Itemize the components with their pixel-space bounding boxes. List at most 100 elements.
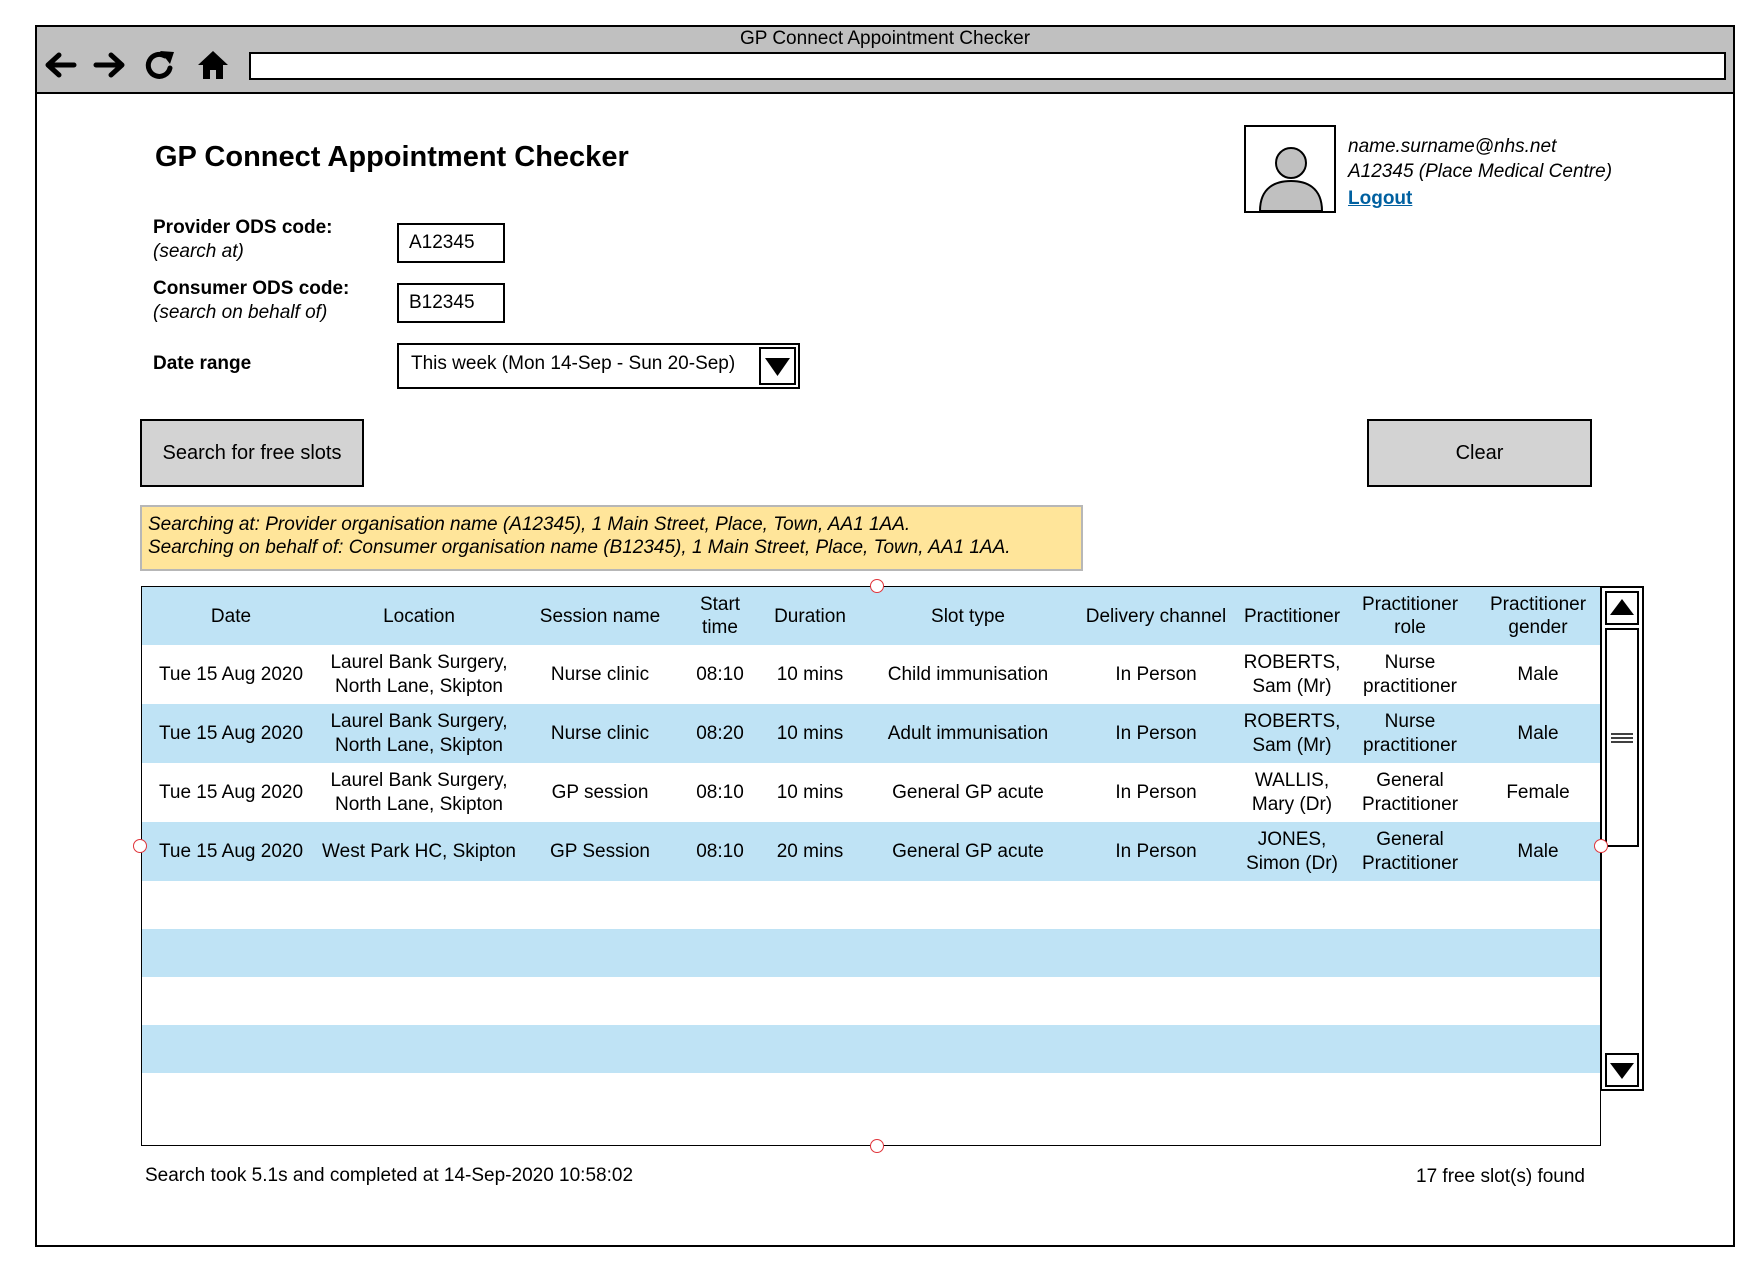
- scroll-up-icon: [1610, 599, 1634, 615]
- user-avatar-icon: [1258, 147, 1324, 212]
- window-title: GP Connect Appointment Checker: [739, 28, 1031, 49]
- cell-practitioner-role: Nurse practitioner: [1346, 704, 1474, 763]
- cell-practitioner: JONES, Simon (Dr): [1238, 822, 1346, 881]
- cell-practitioner-gender: Male: [1517, 663, 1559, 685]
- column-header[interactable]: Date: [142, 587, 320, 645]
- column-header[interactable]: Location: [320, 587, 518, 645]
- scroll-grip-icon: [1611, 733, 1633, 743]
- cell-date: Tue 15 Aug 2020: [158, 663, 304, 685]
- date-range-value: This week (Mon 14-Sep - Sun 20-Sep): [411, 353, 736, 374]
- search-free-slots-button[interactable]: Search for free slots: [140, 419, 364, 487]
- logout-link[interactable]: Logout: [1348, 188, 1612, 210]
- cell-practitioner-gender: Male: [1474, 704, 1600, 763]
- cell-location: Laurel Bank Surgery, North Lane, Skipton: [330, 769, 508, 815]
- column-header[interactable]: Practitioner role: [1346, 587, 1474, 645]
- empty-row: [142, 1025, 1600, 1073]
- browser-chrome: GP Connect Appointment Checker: [37, 27, 1733, 94]
- searching-on-behalf-text: Searching on behalf of: Consumer organis…: [148, 537, 1011, 558]
- cell-location: West Park HC, Skipton: [320, 822, 518, 881]
- search-info-banner: Searching at: Provider organisation name…: [140, 505, 1083, 571]
- scroll-down-button[interactable]: [1605, 1053, 1639, 1087]
- provider-label-group: Provider ODS code: (search at): [153, 216, 333, 264]
- user-email: name.surname@nhs.net: [1348, 136, 1557, 157]
- cell-slot-type: Child immunisation: [887, 663, 1049, 685]
- cell-duration: 20 mins: [758, 822, 862, 881]
- column-header[interactable]: Practitioner: [1238, 587, 1346, 645]
- cell-start-time: 08:20: [682, 704, 758, 763]
- cell-date: Tue 15 Aug 2020: [142, 822, 320, 881]
- column-header[interactable]: Start time: [682, 587, 758, 645]
- cell-start-time: 08:10: [696, 663, 744, 685]
- table-scrollbar[interactable]: [1600, 586, 1644, 1091]
- results-table: Date Location Session name Start time Du…: [141, 586, 1601, 1146]
- resize-handle[interactable]: [133, 839, 147, 853]
- table-header-row: Date Location Session name Start time Du…: [142, 587, 1600, 645]
- empty-row: [142, 977, 1600, 1025]
- cell-session: GP Session: [518, 822, 682, 881]
- consumer-sublabel: (search on behalf of): [153, 302, 328, 323]
- cell-practitioner-role: General Practitioner: [1361, 769, 1459, 815]
- table-row[interactable]: Tue 15 Aug 2020 Laurel Bank Surgery, Nor…: [142, 645, 1600, 704]
- cell-delivery-channel: In Person: [1115, 663, 1197, 685]
- column-header[interactable]: Delivery channel: [1074, 587, 1238, 645]
- cell-practitioner-gender: Female: [1506, 781, 1570, 803]
- column-header[interactable]: Practitioner gender: [1474, 587, 1600, 645]
- cell-session: Nurse clinic: [550, 663, 650, 685]
- cell-session: GP session: [551, 781, 649, 803]
- cell-session: Nurse clinic: [518, 704, 682, 763]
- clear-button[interactable]: Clear: [1367, 419, 1592, 487]
- forward-arrow-icon[interactable]: [93, 49, 127, 81]
- provider-ods-input[interactable]: A12345: [397, 223, 505, 263]
- cell-date: Tue 15 Aug 2020: [142, 704, 320, 763]
- browser-window: GP Connect Appointment Checker GP Connec…: [35, 25, 1735, 1247]
- cell-duration: 10 mins: [758, 704, 862, 763]
- cell-practitioner: ROBERTS, Sam (Mr): [1243, 651, 1341, 697]
- reload-icon[interactable]: [143, 49, 177, 83]
- search-timing-text: Search took 5.1s and completed at 14-Sep…: [145, 1165, 634, 1186]
- column-header[interactable]: Session name: [518, 587, 682, 645]
- dropdown-button[interactable]: [759, 347, 796, 385]
- back-arrow-icon[interactable]: [43, 49, 77, 81]
- cell-delivery-channel: In Person: [1074, 822, 1238, 881]
- table-row[interactable]: Tue 15 Aug 2020 West Park HC, Skipton GP…: [142, 822, 1600, 881]
- table-row[interactable]: Tue 15 Aug 2020 Laurel Bank Surgery, Nor…: [142, 704, 1600, 763]
- cell-practitioner: WALLIS, Mary (Dr): [1251, 769, 1333, 815]
- user-details: name.surname@nhs.net A12345 (Place Medic…: [1348, 134, 1612, 210]
- provider-sublabel: (search at): [153, 241, 244, 262]
- triangle-down-icon: [765, 358, 790, 376]
- cell-delivery-channel: In Person: [1115, 781, 1197, 803]
- cell-location: Laurel Bank Surgery, North Lane, Skipton: [320, 704, 518, 763]
- slot-count-text: 17 free slot(s) found: [1416, 1166, 1585, 1187]
- consumer-ods-input[interactable]: B12345: [397, 283, 505, 323]
- scroll-thumb[interactable]: [1605, 628, 1639, 847]
- cell-practitioner: ROBERTS, Sam (Mr): [1238, 704, 1346, 763]
- page-title: GP Connect Appointment Checker: [155, 141, 629, 173]
- user-organisation: A12345 (Place Medical Centre): [1348, 161, 1613, 182]
- cell-slot-type: General GP acute: [862, 822, 1074, 881]
- consumer-label: Consumer ODS code:: [153, 278, 350, 299]
- cell-location: Laurel Bank Surgery, North Lane, Skipton: [330, 651, 508, 697]
- cell-slot-type: General GP acute: [892, 781, 1044, 803]
- home-icon[interactable]: [197, 49, 229, 81]
- date-range-label: Date range: [153, 353, 252, 374]
- cell-start-time: 08:10: [682, 822, 758, 881]
- empty-row: [142, 881, 1600, 929]
- scroll-up-button[interactable]: [1605, 591, 1639, 625]
- column-header[interactable]: Slot type: [862, 587, 1074, 645]
- empty-row: [142, 929, 1600, 977]
- date-range-select[interactable]: This week (Mon 14-Sep - Sun 20-Sep): [397, 343, 800, 389]
- table-row[interactable]: Tue 15 Aug 2020 Laurel Bank Surgery, Nor…: [142, 763, 1600, 822]
- address-bar[interactable]: [249, 52, 1726, 80]
- resize-handle[interactable]: [870, 1139, 884, 1153]
- cell-practitioner-role: Nurse practitioner: [1363, 651, 1457, 697]
- resize-handle[interactable]: [870, 579, 884, 593]
- cell-duration: 10 mins: [776, 663, 844, 685]
- cell-date: Tue 15 Aug 2020: [158, 781, 304, 803]
- consumer-label-group: Consumer ODS code: (search on behalf of): [153, 277, 349, 325]
- column-header[interactable]: Duration: [758, 587, 862, 645]
- scroll-down-icon: [1610, 1063, 1634, 1079]
- cell-start-time: 08:10: [696, 781, 744, 803]
- provider-label: Provider ODS code:: [153, 217, 333, 238]
- resize-handle[interactable]: [1594, 839, 1608, 853]
- cell-practitioner-gender: Male: [1474, 822, 1600, 881]
